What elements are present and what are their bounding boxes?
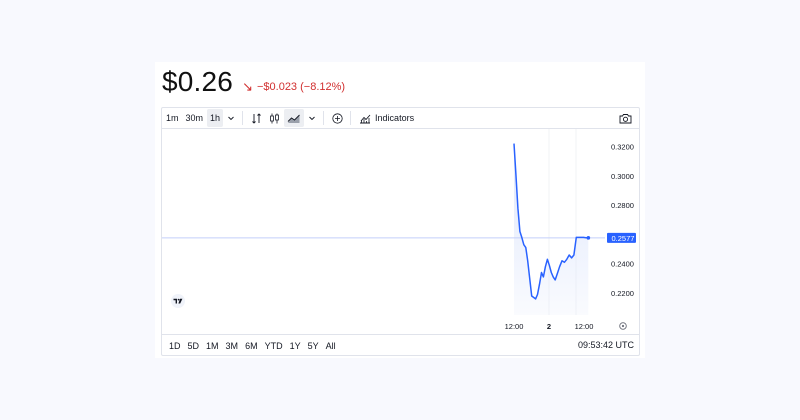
current-price-label: 0.2577 (612, 234, 635, 243)
x-tick-label: 12:00 (505, 322, 524, 331)
range-5y-button[interactable]: 5Y (305, 337, 322, 355)
indicators-icon (360, 114, 371, 123)
interval-30m-button[interactable]: 30m (183, 109, 207, 127)
compare-arrows-icon (252, 112, 261, 124)
price-chart[interactable]: 0.3200 0.3000 0.2800 0.2400 0.2200 0.2577 12:0… (162, 129, 639, 333)
x-tick-label: 12:00 (575, 322, 594, 331)
settings-gear-icon[interactable] (619, 322, 627, 330)
candles-type-button[interactable] (266, 109, 283, 127)
chevron-down-icon (228, 116, 234, 121)
current-price: $0.26 (162, 66, 234, 97)
toolbar-separator (242, 111, 244, 125)
range-1d-button[interactable]: 1D (166, 337, 184, 355)
utc-clock[interactable]: 09:53:42 UTC (578, 335, 634, 355)
y-tick-label: 0.2800 (611, 201, 634, 210)
camera-icon (619, 113, 632, 123)
price-header: $0.26 ↘ −$0.023 (−8.12%) (162, 66, 345, 104)
indicators-button[interactable]: Indicators (356, 109, 417, 127)
price-change-value: −$0.023 (−8.12%) (256, 81, 346, 93)
chart-toolbar: 1m 30m 1h Indicators (162, 108, 639, 129)
area-chart-icon (287, 114, 300, 123)
range-1m-button[interactable]: 1M (203, 337, 222, 355)
range-all-button[interactable]: All (323, 337, 339, 355)
chart-area[interactable]: 0.3200 0.3000 0.2800 0.2400 0.2200 0.2577 12:0… (162, 129, 639, 333)
compare-button[interactable] (248, 109, 265, 127)
interval-1h-button[interactable]: 1h (207, 109, 224, 127)
chart-widget: 1m 30m 1h Indicators 0.3200 0.3000 0.280… (161, 107, 640, 356)
range-ytd-button[interactable]: YTD (262, 337, 286, 355)
range-3m-button[interactable]: 3M (223, 337, 242, 355)
range-1y-button[interactable]: 1Y (287, 337, 304, 355)
range-6m-button[interactable]: 6M (242, 337, 261, 355)
toolbar-separator (323, 111, 325, 125)
last-price-dot (586, 236, 591, 240)
add-symbol-button[interactable] (329, 109, 346, 127)
y-tick-label: 0.3000 (611, 172, 634, 181)
gear-center (621, 324, 625, 328)
range-5d-button[interactable]: 5D (185, 337, 203, 355)
x-tick-label: 2 (547, 322, 551, 331)
y-tick-label: 0.2200 (611, 289, 634, 298)
screenshot-button[interactable] (616, 109, 635, 127)
chart-type-dropdown-button[interactable] (305, 109, 319, 127)
chevron-down-icon (309, 116, 315, 121)
tradingview-logo[interactable] (171, 294, 185, 313)
tradingview-logo-icon (171, 294, 185, 308)
interval-dropdown-button[interactable] (224, 109, 238, 127)
plus-circle-icon (332, 112, 343, 124)
interval-1m-button[interactable]: 1m (163, 109, 182, 127)
area-type-button[interactable] (284, 109, 305, 127)
indicators-label: Indicators (375, 113, 415, 123)
price-area-fill (514, 143, 589, 315)
arrow-down-right-icon: ↘ (242, 79, 253, 94)
toolbar-separator (350, 111, 352, 125)
y-tick-label: 0.2400 (611, 260, 634, 269)
y-tick-label: 0.3200 (611, 143, 634, 152)
range-bar: 1D 5D 1M 3M 6M YTD 1Y 5Y All 09:53:42 UT… (162, 334, 639, 355)
price-card: $0.26 ↘ −$0.023 (−8.12%) 1m 30m 1h Indic… (155, 62, 645, 358)
candlestick-icon (270, 113, 279, 123)
price-change: ↘ −$0.023 (−8.12%) (242, 79, 345, 95)
